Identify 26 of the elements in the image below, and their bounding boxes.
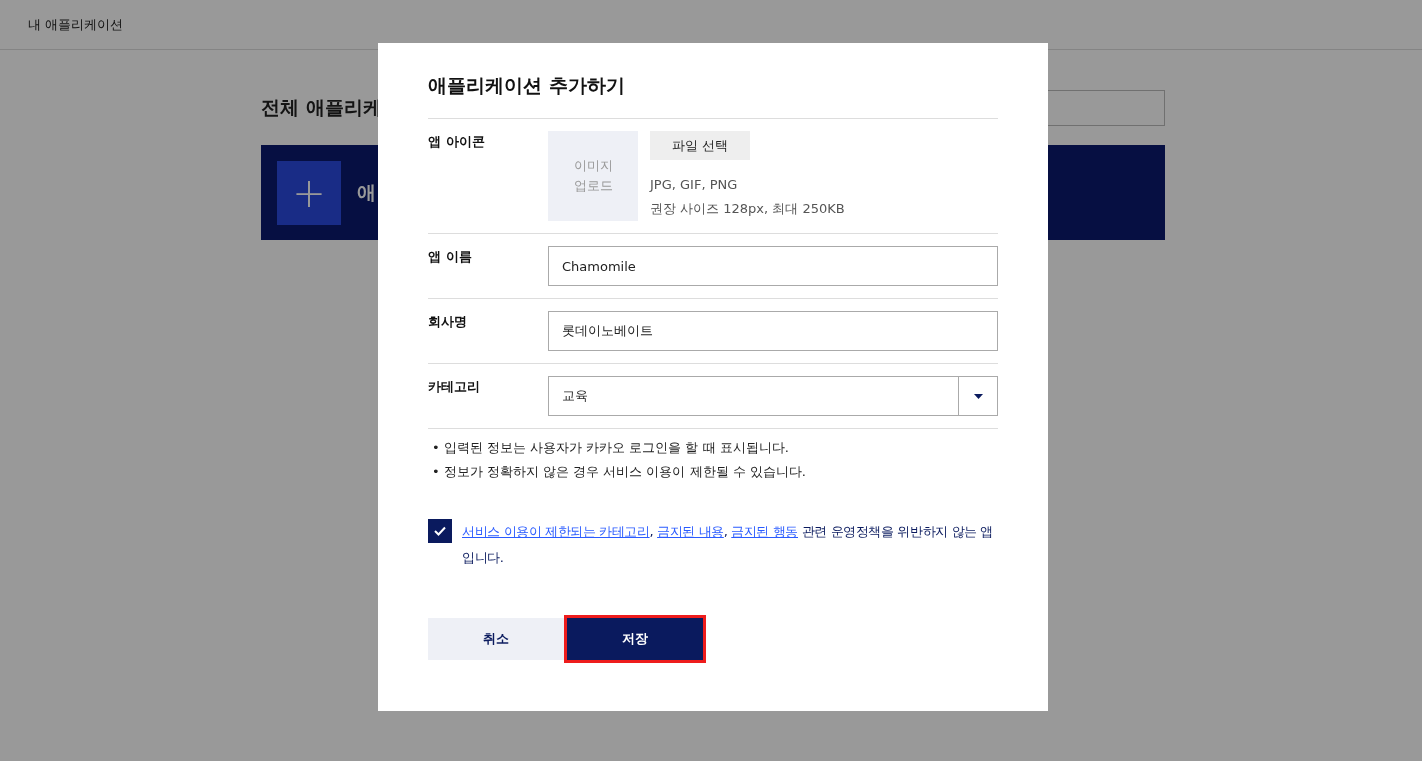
checkbox[interactable] xyxy=(428,519,452,543)
hint-text: 권장 사이즈 128px, 최대 250KB xyxy=(650,200,845,218)
note-text: • 정보가 정확하지 않은 경우 서비스 이용이 제한될 수 있습니다. xyxy=(431,463,807,481)
hint-text: JPG, GIF, PNG xyxy=(650,176,738,194)
card-label: 애 xyxy=(357,179,376,205)
section-heading: 전체 애플리케 xyxy=(261,95,382,120)
page-title: 내 애플리케이션 xyxy=(28,15,124,34)
save-button[interactable]: 저장 xyxy=(564,615,706,663)
file-select-button[interactable]: 파일 선택 xyxy=(650,131,750,160)
input-field[interactable]: 롯데이노베이트 xyxy=(548,311,998,351)
caret-icon xyxy=(973,393,983,399)
consent-text: 서비스 이용이 제한되는 카테고리, 금지된 내용, 금지된 행동 관련 운영정책을 위반하지 않는 앱 입니다. xyxy=(462,523,995,567)
input-field[interactable]: Chamomile xyxy=(548,246,998,286)
category-select[interactable]: 교육 xyxy=(548,376,998,416)
plus-icon: + xyxy=(277,160,341,225)
cancel-button[interactable]: 취소 xyxy=(428,618,564,660)
dialog-title: 애플리케이션 추가하기 xyxy=(428,73,626,98)
policy-link[interactable]: 금지된 내용 xyxy=(657,524,724,539)
field-label: 회사명 xyxy=(428,313,468,331)
field-label: 앱 아이콘 xyxy=(428,133,486,151)
policy-link[interactable]: 금지된 행동 xyxy=(731,524,798,539)
policy-link[interactable]: 서비스 이용이 제한되는 카테고리 xyxy=(462,524,650,539)
field-label: 앱 이름 xyxy=(428,248,473,266)
check-icon xyxy=(434,526,446,536)
field-label: 카테고리 xyxy=(428,378,481,396)
note-text: • 입력된 정보는 사용자가 카카오 로그인을 할 때 표시됩니다. xyxy=(431,439,790,457)
